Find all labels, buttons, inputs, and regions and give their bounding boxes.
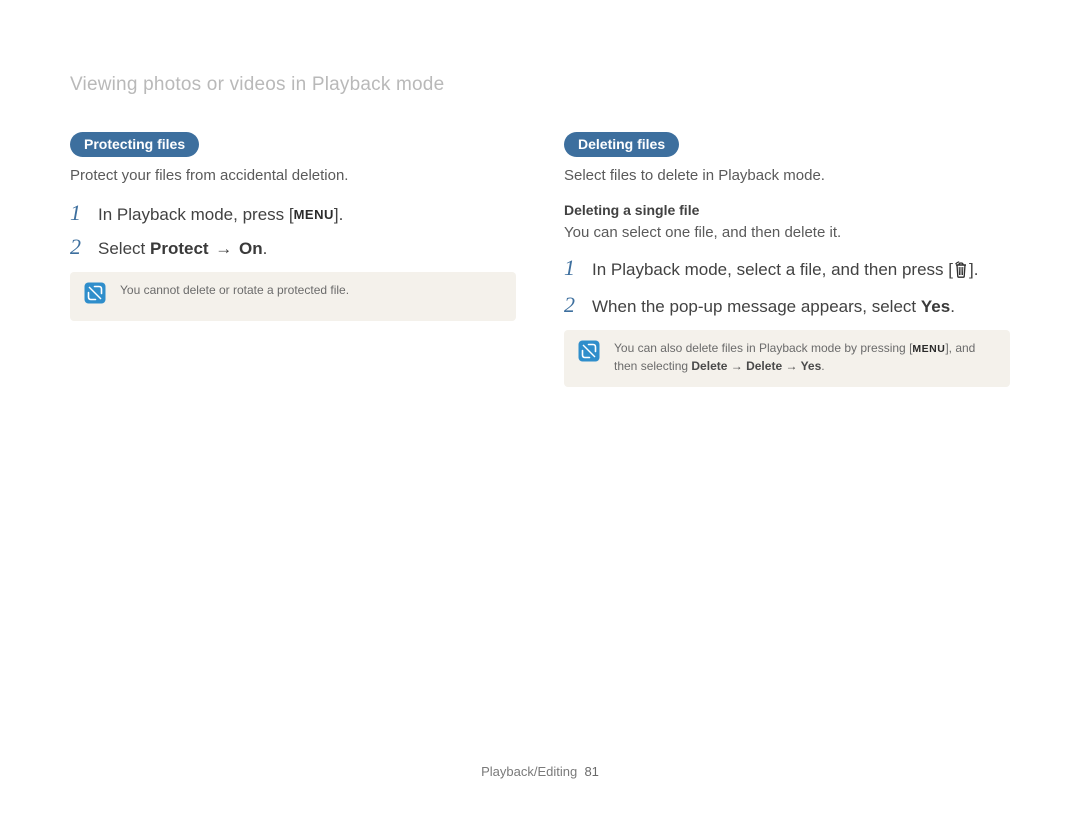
protecting-lead: Protect your files from accidental delet…	[70, 167, 516, 184]
arrow: →	[727, 359, 746, 373]
note-box: You cannot delete or rotate a protected …	[70, 272, 516, 321]
step-text-pre: When the pop-up message appears, select	[592, 297, 921, 316]
step-number: 2	[70, 236, 88, 258]
note-bold-delete2: Delete	[746, 359, 782, 373]
two-column-layout: Protecting files Protect your files from…	[70, 132, 1010, 387]
menu-glyph: MENU	[294, 207, 334, 224]
right-column: Deleting files Select files to delete in…	[564, 132, 1010, 387]
step-text: In Playback mode, select a file, and the…	[592, 259, 978, 284]
manual-page: Viewing photos or videos in Playback mod…	[0, 0, 1080, 815]
step-text: Select Protect → On.	[98, 238, 267, 260]
footer-section: Playback/Editing	[481, 764, 577, 779]
step-number: 2	[564, 294, 582, 316]
note-box: You can also delete files in Playback mo…	[564, 330, 1010, 387]
protecting-steps: 1 In Playback mode, press [MENU]. 2 Sele…	[70, 202, 516, 260]
note-pre: You can also delete files in Playback mo…	[614, 341, 912, 355]
step-text: In Playback mode, press [MENU].	[98, 204, 343, 226]
note-text: You can also delete files in Playback mo…	[614, 340, 996, 375]
footer-page-number: 81	[584, 764, 598, 779]
note-icon	[84, 282, 106, 309]
deleting-lead: Select files to delete in Playback mode.	[564, 167, 1010, 184]
step-number: 1	[564, 257, 582, 279]
step-bold-protect: Protect	[150, 239, 209, 258]
step-text-post: ].	[969, 260, 978, 279]
section-pill-deleting: Deleting files	[564, 132, 679, 157]
step-text-post: .	[263, 239, 268, 258]
page-footer: Playback/Editing 81	[0, 764, 1080, 779]
section-pill-protecting: Protecting files	[70, 132, 199, 157]
page-title: Viewing photos or videos in Playback mod…	[70, 74, 1010, 96]
step-bold-on: On	[239, 239, 263, 258]
note-bold-delete1: Delete	[691, 359, 727, 373]
note-text: You cannot delete or rotate a protected …	[120, 282, 349, 299]
deleting-steps: 1 In Playback mode, select a file, and t…	[564, 257, 1010, 318]
step-text-pre: Select	[98, 239, 150, 258]
step-text-post: ].	[334, 205, 343, 224]
note-icon	[578, 340, 600, 367]
menu-glyph: MENU	[912, 342, 945, 357]
step-1: 1 In Playback mode, select a file, and t…	[564, 257, 1010, 284]
step-bold-yes: Yes	[921, 297, 950, 316]
step-number: 1	[70, 202, 88, 224]
step-text: When the pop-up message appears, select …	[592, 296, 955, 318]
step-2: 2 Select Protect → On.	[70, 236, 516, 260]
arrow: →	[782, 359, 800, 373]
note-bold-yes: Yes	[801, 359, 822, 373]
trash-icon	[953, 261, 969, 284]
step-text-post: .	[950, 297, 955, 316]
left-column: Protecting files Protect your files from…	[70, 132, 516, 387]
step-2: 2 When the pop-up message appears, selec…	[564, 294, 1010, 318]
deleting-single-subhead: Deleting a single file	[564, 202, 1010, 218]
deleting-single-subtext: You can select one file, and then delete…	[564, 224, 1010, 241]
step-text-pre: In Playback mode, press [	[98, 205, 294, 224]
arrow: →	[209, 239, 239, 258]
note-post: .	[821, 359, 824, 373]
step-1: 1 In Playback mode, press [MENU].	[70, 202, 516, 226]
step-text-pre: In Playback mode, select a file, and the…	[592, 260, 953, 279]
